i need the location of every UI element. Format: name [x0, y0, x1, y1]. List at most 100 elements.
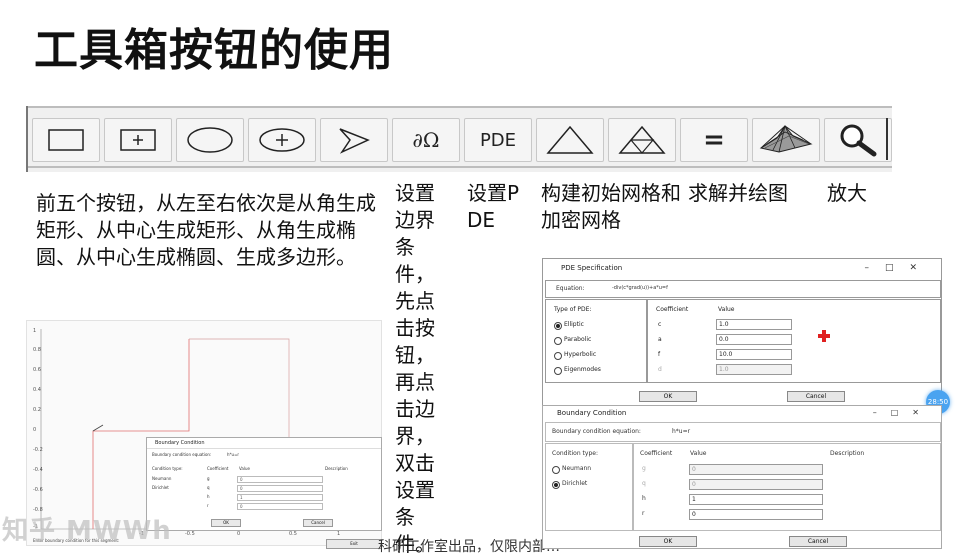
boundary-condition-dialog: Boundary Condition –□✕ Boundary conditio… — [542, 405, 942, 549]
bc-coef-g-field: 0 — [689, 464, 823, 475]
bc-option-dirichlet[interactable]: Dirichlet — [562, 480, 587, 487]
y-tick: 0.6 — [33, 367, 41, 373]
bc-window-controls[interactable]: –□✕ — [873, 406, 933, 420]
boundary-description: 设置边界条件，先点击按钮，再点击边界，双击设置条件。 — [395, 181, 435, 556]
y-tick: 0 — [33, 427, 37, 433]
coef-d-label: d — [658, 366, 662, 373]
pde-toolbar: ∂Ω PDE = — [26, 106, 892, 172]
parabolic-radio[interactable] — [554, 337, 562, 345]
rectangle-icon — [48, 129, 84, 151]
coef-f-field[interactable]: 10.0 — [716, 349, 792, 360]
eigenmodes-radio[interactable] — [554, 367, 562, 375]
equation-box: Equation: -div(c*grad(u))+a*u=f — [545, 280, 941, 298]
pde-ok-button[interactable]: OK — [639, 391, 697, 402]
pde-type-label: Type of PDE: — [554, 306, 592, 313]
pde-description: 设置PDE — [467, 181, 520, 232]
bc-option-neumann[interactable]: Neumann — [562, 465, 591, 472]
bc-coef-q-field: 0 — [689, 479, 823, 490]
pde-mode-button[interactable]: PDE — [464, 118, 532, 162]
small-option-neumann[interactable]: Neumann — [152, 476, 171, 481]
mesh-icon — [546, 125, 594, 154]
small-coef-field[interactable]: 0 — [237, 485, 323, 492]
draw-buttons-description: 前五个按钮，从左至右依次是从角生成矩形、从中心生成矩形、从角生成椭圆、从中心生成… — [36, 191, 376, 269]
hyperbolic-radio[interactable] — [554, 352, 562, 360]
coef-a-label: a — [658, 336, 662, 343]
type-parabolic[interactable]: Parabolic — [564, 336, 591, 343]
bc-equation-box: Boundary condition equation: h*u=r — [545, 422, 941, 442]
small-coef-name: q — [207, 485, 210, 490]
coef-d-field: 1.0 — [716, 364, 792, 375]
small-col-coefficient: Coefficient — [207, 466, 229, 471]
init-mesh-button[interactable] — [536, 118, 604, 162]
toolbar-edge — [886, 118, 894, 160]
bc-col-value: Value — [690, 450, 707, 457]
centered-rectangle-button[interactable] — [104, 118, 172, 162]
solve-icon: = — [703, 125, 725, 155]
zoom-button[interactable] — [824, 118, 892, 162]
small-coef-field[interactable]: 1 — [237, 494, 323, 501]
small-coef-name: r — [207, 503, 209, 508]
coef-a-field[interactable]: 0.0 — [716, 334, 792, 345]
type-eigenmodes[interactable]: Eigenmodes — [564, 366, 601, 373]
bc-col-description: Description — [830, 450, 865, 457]
elliptic-radio[interactable] — [554, 322, 562, 330]
page-title: 工具箱按钮的使用 — [34, 25, 394, 76]
bc-equation-value: h*u=r — [672, 428, 691, 435]
zoom-icon — [840, 124, 877, 157]
x-tick: 0.5 — [289, 531, 297, 537]
refine-mesh-button[interactable] — [608, 118, 676, 162]
pde-specification-dialog: PDE Specification –□✕ Equation: -div(c*g… — [542, 258, 942, 406]
coef-c-field[interactable]: 1.0 — [716, 319, 792, 330]
type-elliptic[interactable]: Elliptic — [564, 321, 584, 328]
pde-coefficient-group: Coefficient Value c a f d — [647, 299, 941, 383]
y-tick: -0.4 — [33, 467, 43, 473]
centered-rectangle-icon — [120, 129, 156, 151]
ellipse-button[interactable] — [176, 118, 244, 162]
bc-coef-h-label: h — [642, 495, 646, 502]
small-coef-field[interactable]: 0 — [237, 503, 323, 510]
equation-value: -div(c*grad(u))+a*u=f — [612, 285, 668, 291]
y-tick: 0.2 — [33, 407, 41, 413]
small-boundary-dialog: Boundary Condition Boundary condition eq… — [146, 437, 382, 531]
plot-solution-button[interactable] — [752, 118, 820, 162]
small-equation-label: Boundary condition equation: — [152, 452, 212, 457]
polygon-icon — [339, 128, 370, 154]
small-cancel-button[interactable]: Cancel — [303, 519, 333, 527]
bc-cancel-button[interactable]: Cancel — [789, 536, 847, 547]
small-dialog-title: Boundary Condition — [147, 438, 381, 449]
bc-coef-r-field[interactable]: 0 — [689, 509, 823, 520]
bc-coef-h-field[interactable]: 1 — [689, 494, 823, 505]
small-col-value: Value — [239, 466, 250, 471]
y-tick: 0.8 — [33, 347, 41, 353]
x-tick: -0.5 — [185, 531, 195, 537]
small-option-dirichlet[interactable]: Dirichlet — [152, 485, 169, 490]
solve-button[interactable]: = — [680, 118, 748, 162]
y-tick: -0.2 — [33, 447, 43, 453]
dirichlet-radio[interactable] — [552, 481, 560, 489]
small-col-description: Description — [325, 466, 348, 471]
neumann-radio[interactable] — [552, 466, 560, 474]
y-tick: 1 — [33, 328, 37, 334]
exit-button[interactable]: Exit — [326, 539, 382, 549]
zoom-description: 放大 — [827, 181, 867, 205]
small-coef-name: h — [207, 494, 210, 499]
small-equation-value: h*u=r — [227, 452, 240, 457]
centered-ellipse-button[interactable] — [248, 118, 316, 162]
bc-ok-button[interactable]: OK — [639, 536, 697, 547]
pde-icon: PDE — [479, 129, 517, 151]
watermark: 知乎 MWWh — [2, 516, 172, 546]
type-hyperbolic[interactable]: Hyperbolic — [564, 351, 596, 358]
small-condition-type-label: Condition type: — [152, 466, 183, 471]
window-controls[interactable]: –□✕ — [864, 259, 933, 277]
x-tick: 1 — [337, 531, 341, 537]
bc-coef-g-label: g — [642, 465, 646, 472]
boundary-mode-button[interactable]: ∂Ω — [392, 118, 460, 162]
centered-ellipse-icon — [259, 128, 305, 152]
pde-cancel-button[interactable]: Cancel — [787, 391, 845, 402]
small-coef-field[interactable]: 0 — [237, 476, 323, 483]
rectangle-button[interactable] — [32, 118, 100, 162]
boundary-icon: ∂Ω — [412, 128, 440, 152]
small-ok-button[interactable]: OK — [211, 519, 241, 527]
polygon-button[interactable] — [320, 118, 388, 162]
bc-coef-r-label: r — [642, 510, 645, 517]
